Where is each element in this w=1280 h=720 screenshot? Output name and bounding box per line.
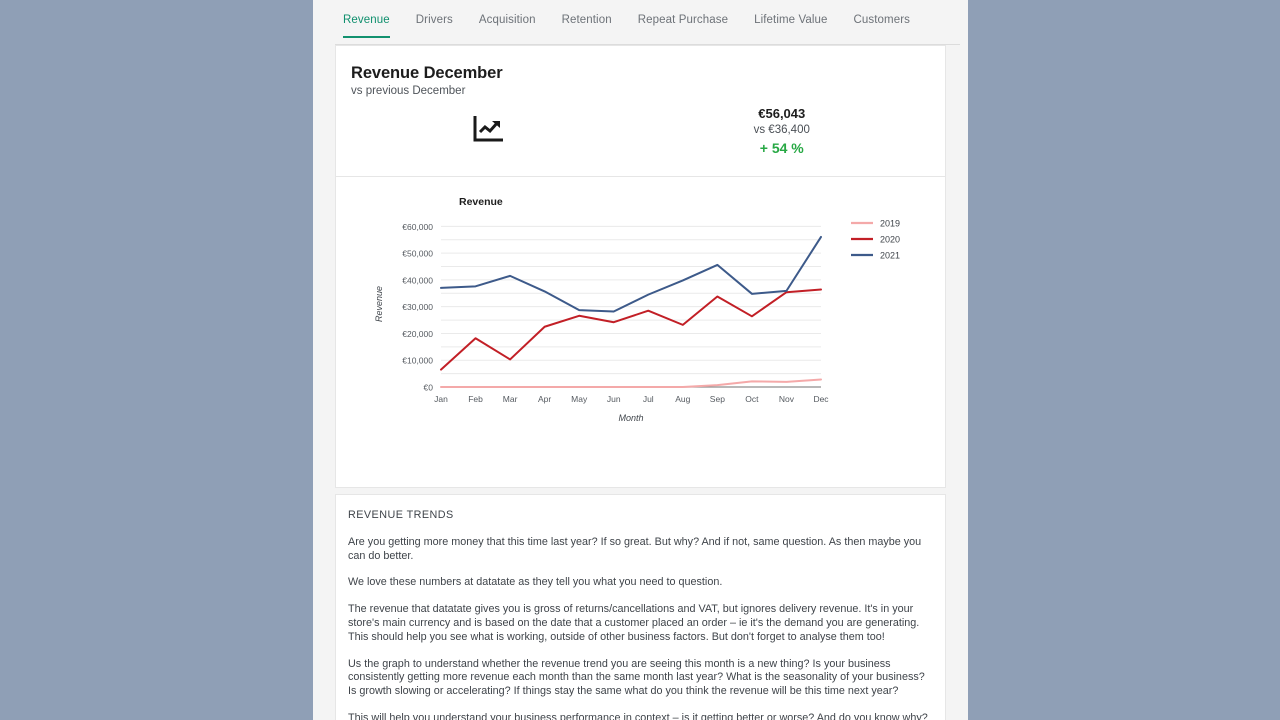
x-axis-tick-label: Oct	[745, 394, 759, 404]
app-page: Revenue Drivers Acquisition Retention Re…	[313, 0, 968, 720]
notes-paragraph: This will help you understand your busin…	[348, 712, 928, 720]
legend-label-2021: 2021	[880, 250, 900, 260]
y-axis-title: Revenue	[374, 286, 384, 322]
series-line-2020	[440, 288, 822, 371]
revenue-trends-card: REVENUE TRENDS Are you getting more mone…	[335, 493, 946, 720]
line-chart-up-icon	[473, 115, 504, 147]
summary-icon-cell	[336, 115, 641, 147]
y-axis-tick-label: €60,000	[402, 222, 433, 232]
x-axis-tick-label: Feb	[468, 394, 483, 404]
tab-retention[interactable]: Retention	[562, 0, 612, 38]
tab-label: Repeat Purchase	[637, 14, 729, 26]
x-axis-tick-label: Apr	[538, 394, 551, 404]
x-axis-tick-label: Mar	[503, 394, 518, 404]
tab-lifetime-value[interactable]: Lifetime Value	[754, 0, 827, 38]
notes-heading: REVENUE TRENDS	[348, 508, 454, 521]
tab-bar: Revenue Drivers Acquisition Retention Re…	[313, 0, 968, 45]
y-axis-tick-label: €40,000	[402, 275, 433, 285]
x-axis-tick-label: Jun	[607, 394, 621, 404]
summary-body: €56,043 vs €36,400 + 54 %	[336, 97, 945, 176]
tab-drivers[interactable]: Drivers	[416, 0, 453, 38]
notes-paragraph: Us the graph to understand whether the r…	[348, 657, 925, 698]
notes-paragraph: The revenue that datatate gives you is g…	[348, 603, 920, 643]
y-axis-tick-label: €20,000	[402, 329, 433, 339]
tab-label: Acquisition	[478, 14, 536, 26]
x-axis-tick-label: Nov	[779, 394, 795, 404]
y-axis-tick-label: €10,000	[402, 356, 433, 366]
revenue-value: €56,043	[758, 106, 806, 121]
tab-label: Retention	[561, 14, 612, 26]
series-line-2021	[440, 235, 822, 313]
legend-label-2020: 2020	[880, 234, 900, 244]
summary-figures: €56,043 vs €36,400 + 54 %	[641, 105, 946, 158]
x-axis-title: Month	[618, 413, 643, 423]
tab-label: Drivers	[415, 14, 453, 26]
tab-repeat-purchase[interactable]: Repeat Purchase	[638, 0, 728, 38]
series-line-2019	[440, 378, 822, 388]
revenue-summary-card: Revenue December vs previous December €5…	[335, 45, 946, 488]
revenue-comparison: vs €36,400	[753, 123, 810, 136]
tab-revenue[interactable]: Revenue	[343, 0, 390, 38]
tab-customers[interactable]: Customers	[854, 0, 911, 38]
x-axis-tick-label: May	[571, 394, 588, 404]
y-axis-tick-label: €0	[424, 382, 434, 392]
x-axis-tick-label: Aug	[675, 394, 690, 404]
revenue-line-chart[interactable]: Revenue €0 €10,000 €20,000 €30,000 €40,000 €50…	[336, 191, 947, 475]
summary-header: Revenue December vs previous December	[336, 46, 945, 97]
x-axis-tick-label: Jan	[434, 394, 448, 404]
tab-label: Revenue	[343, 14, 390, 26]
revenue-chart-card: Revenue €0 €10,000 €20,000 €30,000 €40,000 €50…	[336, 177, 945, 487]
notes-paragraph: We love these numbers at datatate as the…	[348, 576, 723, 589]
page-subtitle: vs previous December	[351, 85, 466, 97]
chart-plot-area[interactable]: Revenue €0 €10,000 €20,000 €30,000 €40,000 €50…	[336, 191, 945, 475]
y-axis-tick-label: €30,000	[402, 302, 433, 312]
x-axis-tick-label: Jul	[643, 394, 654, 404]
page-title: Revenue December	[351, 64, 503, 82]
y-axis-tick-label: €50,000	[402, 249, 433, 259]
legend-label-2019: 2019	[880, 218, 900, 228]
tab-acquisition[interactable]: Acquisition	[479, 0, 536, 38]
x-axis-tick-label: Dec	[813, 394, 829, 404]
chart-title: Revenue	[459, 196, 503, 208]
x-axis-tick-label: Sep	[710, 394, 725, 404]
tab-label: Customers	[853, 14, 911, 26]
tab-label: Lifetime Value	[754, 14, 828, 26]
notes-paragraph: Are you getting more money that this tim…	[348, 535, 922, 562]
revenue-delta-badge: + 54 %	[759, 140, 804, 157]
